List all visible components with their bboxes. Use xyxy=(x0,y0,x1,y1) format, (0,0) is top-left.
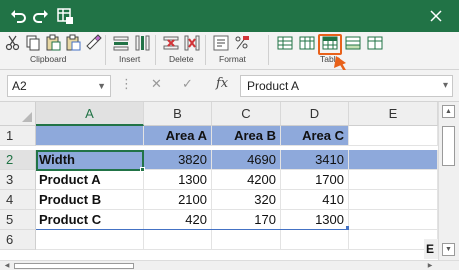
name-box[interactable]: A2 ▼ xyxy=(7,75,111,97)
scroll-down-icon[interactable]: ▼ xyxy=(442,243,455,256)
redo-icon[interactable] xyxy=(31,6,51,26)
overflow-cell-indicator: E xyxy=(424,239,438,259)
insert-rows-icon[interactable] xyxy=(112,34,130,52)
quick-table-icon[interactable] xyxy=(55,6,75,26)
ribbon-group-label: Table xyxy=(320,54,341,64)
cell-a6[interactable] xyxy=(36,230,144,250)
cell-e2[interactable] xyxy=(349,150,438,170)
ribbon-separator xyxy=(205,35,206,65)
cell-a1[interactable] xyxy=(36,126,144,146)
cell-b1[interactable]: Area A xyxy=(144,126,212,146)
cell-b2[interactable]: 3820 xyxy=(144,150,212,170)
cancel-icon[interactable]: ✕ xyxy=(151,76,162,92)
table-columns-icon[interactable] xyxy=(298,34,316,52)
column-header-e[interactable]: E xyxy=(349,102,438,126)
copy-icon[interactable] xyxy=(24,34,42,52)
cell-c2[interactable]: 4690 xyxy=(212,150,281,170)
paste-special-icon[interactable] xyxy=(64,34,82,52)
cell-e4[interactable] xyxy=(349,190,438,210)
scroll-right-icon[interactable]: ▶ xyxy=(425,262,435,270)
cell-e5[interactable] xyxy=(349,210,438,230)
cell-b3[interactable]: 1300 xyxy=(144,170,212,190)
cell-d4[interactable]: 410 xyxy=(281,190,349,210)
column-header-d[interactable]: D xyxy=(281,102,349,126)
insert-columns-icon[interactable] xyxy=(133,34,151,52)
name-box-value: A2 xyxy=(12,79,27,93)
cell-c5[interactable]: 170 xyxy=(212,210,281,230)
column-header-b[interactable]: B xyxy=(144,102,212,126)
cell-d6[interactable] xyxy=(281,230,349,250)
formula-input[interactable]: Product A ▾ xyxy=(240,75,453,97)
cell-c6[interactable] xyxy=(212,230,281,250)
cell-a3[interactable]: Product A xyxy=(36,170,144,190)
horizontal-scroll-thumb[interactable] xyxy=(14,263,134,269)
cell-a5[interactable]: Product C xyxy=(36,210,144,230)
cell-e3[interactable] xyxy=(349,170,438,190)
format-painter-icon[interactable] xyxy=(84,34,102,52)
select-all-button[interactable] xyxy=(0,102,36,126)
formula-bar: A2 ▼ ⋮ ✕ ✓ fx Product A ▾ xyxy=(0,70,459,102)
table-bottom-border xyxy=(36,229,349,230)
table-style-highlight xyxy=(318,34,342,55)
corner-icon xyxy=(22,112,32,122)
undo-icon[interactable] xyxy=(8,6,28,26)
row-header-5[interactable]: 5 xyxy=(0,210,36,230)
ribbon: Clipboard Insert Delete Format Table xyxy=(0,32,459,70)
chevron-down-icon[interactable]: ▼ xyxy=(97,76,106,96)
vertical-scroll-thumb[interactable] xyxy=(442,126,455,166)
function-icon[interactable]: fx xyxy=(216,76,228,91)
row-header-4[interactable]: 4 xyxy=(0,190,36,210)
row-header-6[interactable]: 6 xyxy=(0,230,36,250)
fill-handle[interactable] xyxy=(140,167,145,172)
close-icon[interactable] xyxy=(426,6,446,26)
delete-rows-icon[interactable] xyxy=(162,34,180,52)
formula-value: Product A xyxy=(247,79,300,93)
paste-icon[interactable] xyxy=(44,34,62,52)
vertical-scrollbar[interactable]: ▲ ▼ xyxy=(438,102,459,260)
format-percent-icon[interactable] xyxy=(233,34,251,52)
cell-e1[interactable] xyxy=(349,126,438,146)
cell-d1[interactable]: Area C xyxy=(281,126,349,146)
cell-a4[interactable]: Product B xyxy=(36,190,144,210)
cell-b4[interactable]: 2100 xyxy=(144,190,212,210)
table-resize-handle[interactable] xyxy=(346,226,349,230)
ribbon-group-label: Clipboard xyxy=(30,54,67,64)
row-header-1[interactable]: 1 xyxy=(0,126,36,146)
spreadsheet-window: Clipboard Insert Delete Format Table A2 … xyxy=(0,0,459,270)
format-cells-icon[interactable] xyxy=(212,34,230,52)
table-rows-icon[interactable] xyxy=(276,34,294,52)
table-total-icon[interactable] xyxy=(344,34,362,52)
cell-b5[interactable]: 420 xyxy=(144,210,212,230)
enter-icon[interactable]: ✓ xyxy=(182,76,193,92)
horizontal-scrollbar[interactable]: ◀ ▶ xyxy=(0,260,459,270)
column-header-c[interactable]: C xyxy=(212,102,281,126)
row-header-3[interactable]: 3 xyxy=(0,170,36,190)
title-bar xyxy=(0,0,459,32)
cell-d5[interactable]: 1300 xyxy=(281,210,349,230)
cell-c1[interactable]: Area B xyxy=(212,126,281,146)
scroll-up-icon[interactable]: ▲ xyxy=(442,105,455,118)
cell-c4[interactable]: 320 xyxy=(212,190,281,210)
cell-b6[interactable] xyxy=(144,230,212,250)
ribbon-group-label: Insert xyxy=(119,54,141,64)
table-sort-icon[interactable] xyxy=(366,34,384,52)
ribbon-separator xyxy=(155,35,156,65)
more-icon: ⋮ xyxy=(120,76,133,91)
ribbon-group-label: Delete xyxy=(169,54,194,64)
delete-columns-icon[interactable] xyxy=(183,34,201,52)
worksheet-grid: A B C D E 1 Area A Area B Area C 2 Width… xyxy=(0,102,438,260)
cell-d3[interactable]: 1700 xyxy=(281,170,349,190)
cell-d2[interactable]: 3410 xyxy=(281,150,349,170)
cell-c3[interactable]: 4200 xyxy=(212,170,281,190)
expand-formula-icon[interactable]: ▾ xyxy=(443,76,448,96)
active-cell-border xyxy=(36,150,144,171)
ribbon-separator xyxy=(105,35,106,65)
row-header-2[interactable]: 2 xyxy=(0,150,36,170)
ribbon-group-label: Format xyxy=(219,54,246,64)
cut-icon[interactable] xyxy=(4,34,22,52)
ribbon-separator xyxy=(268,35,269,65)
column-header-a[interactable]: A xyxy=(36,102,144,126)
scroll-left-icon[interactable]: ◀ xyxy=(2,262,12,270)
